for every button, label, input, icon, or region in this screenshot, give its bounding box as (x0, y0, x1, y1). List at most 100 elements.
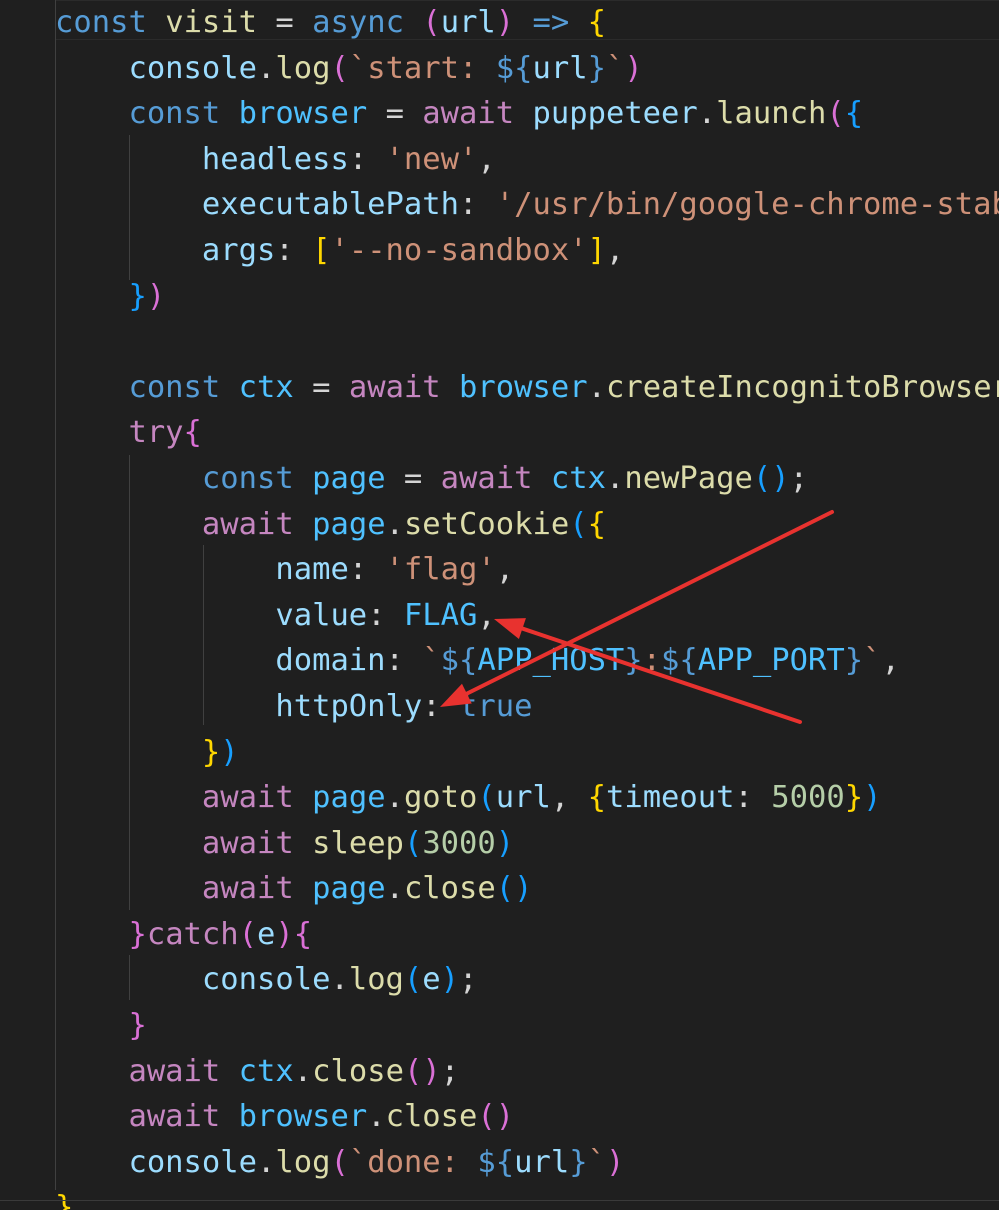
code-token: ) (495, 1099, 515, 1135)
code-token: ( (752, 460, 772, 496)
code-token: 5000 (771, 780, 845, 816)
code-token: . (330, 962, 349, 998)
code-line[interactable]: await page.setCookie({ (55, 502, 999, 548)
code-token: . (587, 369, 606, 405)
code-line[interactable]: const ctx = await browser.createIncognit… (55, 365, 999, 411)
code-token: const (201, 460, 294, 496)
code-line[interactable]: console.log(`done: ${url}`) (55, 1140, 999, 1186)
code-token: close (312, 1053, 404, 1089)
code-token: close (385, 1099, 478, 1135)
code-line[interactable]: value: FLAG, (55, 593, 999, 639)
code-line[interactable]: await sleep(3000) (55, 821, 999, 867)
code-line[interactable]: name: 'flag', (55, 547, 999, 593)
code-line[interactable]: const visit = async (url) => { (55, 0, 999, 46)
code-line[interactable]: await page.close() (55, 866, 999, 912)
code-token: } (844, 780, 864, 816)
code-token: ) (863, 780, 882, 816)
code-line[interactable]: const browser = await puppeteer.launch({ (55, 91, 999, 137)
code-token: . (385, 871, 404, 907)
code-content[interactable]: const visit = async (url) => { console.l… (55, 0, 999, 1210)
code-token: browser (238, 1099, 368, 1135)
editor-gutter (0, 0, 55, 1210)
code-token: ) (146, 278, 166, 314)
code-line[interactable]: await browser.close() (55, 1094, 999, 1140)
code-token: puppeteer (532, 96, 698, 132)
code-line[interactable]: }catch(e){ (55, 912, 999, 958)
code-token: const (128, 96, 221, 132)
code-token: 3000 (422, 825, 496, 861)
code-line[interactable]: } (55, 1003, 999, 1049)
code-token: log (275, 1144, 331, 1180)
code-line[interactable]: const page = await ctx.newPage(); (55, 456, 999, 502)
code-token: = (257, 5, 313, 40)
code-token: ${ (661, 643, 698, 679)
editor-bottom-border (0, 1200, 999, 1201)
code-line[interactable]: executablePath: '/usr/bin/google-chrome-… (55, 182, 999, 228)
code-line[interactable]: await page.goto(url, {timeout: 5000}) (55, 775, 999, 821)
code-line[interactable]: console.log(e); (55, 957, 999, 1003)
code-token: await (201, 780, 294, 816)
code-token: console (128, 50, 257, 86)
code-token: ( (238, 916, 258, 952)
code-line[interactable]: try{ (55, 410, 999, 456)
code-line[interactable]: } (55, 1185, 999, 1210)
code-token: : (275, 232, 313, 268)
code-token: 'flag' (385, 552, 496, 588)
code-token: log (275, 50, 331, 86)
code-line[interactable]: httpOnly: true (55, 684, 999, 730)
code-line[interactable]: args: ['--no-sandbox'], (55, 228, 999, 274)
code-token: ( (330, 1144, 349, 1180)
code-token: setCookie (403, 506, 570, 542)
code-token: [ (312, 232, 331, 268)
code-token: ( (826, 96, 845, 132)
code-editor[interactable]: const visit = async (url) => { console.l… (0, 0, 999, 1210)
code-line[interactable]: }) (55, 730, 999, 776)
code-token: ` (863, 643, 882, 679)
code-token: true (459, 688, 533, 724)
code-token: } (128, 278, 147, 314)
code-line[interactable]: domain: `${APP_HOST}:${APP_PORT}`, (55, 638, 999, 684)
code-token: ( (569, 506, 588, 542)
code-token: value (275, 597, 368, 633)
code-token: await (128, 1099, 221, 1135)
code-token: ( (477, 780, 496, 816)
code-token: `done: (348, 1144, 478, 1180)
code-line[interactable]: }) (55, 274, 999, 320)
code-token: domain (275, 643, 386, 679)
code-line[interactable]: await ctx.close(); (55, 1049, 999, 1095)
code-token: ) (275, 916, 294, 952)
code-token: ( (330, 50, 349, 86)
code-token: headless (201, 141, 349, 177)
code-token: catch (146, 916, 239, 952)
code-token: e (422, 962, 441, 998)
code-token: { (587, 506, 606, 542)
code-token: ctx (238, 369, 294, 405)
code-token: page (312, 780, 386, 816)
code-line[interactable]: headless: 'new', (55, 137, 999, 183)
code-token: . (257, 50, 276, 86)
code-token: ` (422, 643, 441, 679)
code-token: await (422, 96, 515, 132)
code-token: => (532, 5, 570, 40)
code-line[interactable]: console.log(`start: ${url}`) (55, 46, 999, 92)
code-token: , (477, 141, 496, 177)
code-token: '/usr/bin/google-chrome-stable' (495, 187, 999, 223)
code-line[interactable] (55, 319, 999, 365)
code-token: async (312, 5, 404, 40)
